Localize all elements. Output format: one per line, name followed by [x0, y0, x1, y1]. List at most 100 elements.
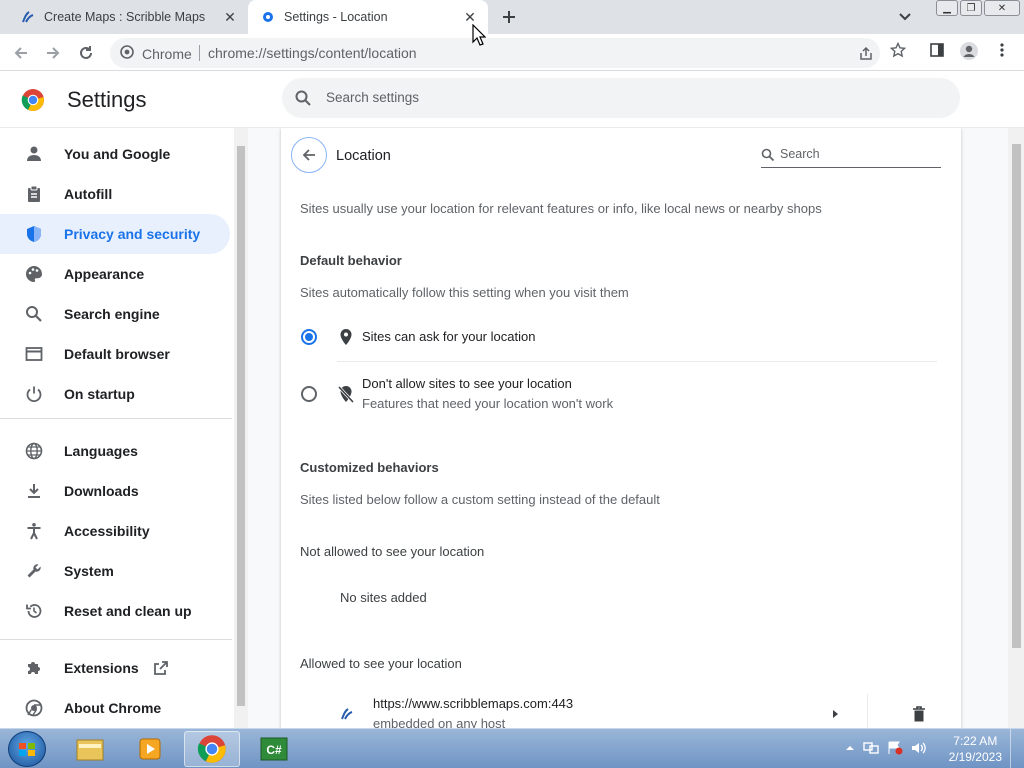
sidebar-item-default-browser[interactable]: Default browser	[0, 334, 230, 374]
sidebar-item-accessibility[interactable]: Accessibility	[0, 511, 230, 551]
csharp-icon: C#	[260, 737, 288, 761]
sidebar-item-label: Accessibility	[64, 523, 150, 539]
location-settings-card: Location Search Sites usually use your l…	[281, 128, 961, 728]
scribble-maps-icon	[20, 9, 36, 25]
share-icon[interactable]	[856, 44, 876, 64]
chevron-right-icon[interactable]	[827, 705, 843, 723]
restore-button[interactable]: ❐	[960, 0, 982, 16]
windows-logo-icon	[19, 743, 35, 756]
show-hidden-icons-icon[interactable]	[845, 741, 855, 760]
site-info[interactable]: Chrome	[120, 45, 192, 62]
url-text[interactable]: chrome://settings/content/location	[208, 45, 417, 61]
address-bar[interactable]: Chrome chrome://settings/content/locatio…	[110, 38, 880, 68]
sidebar-item-label: Reset and clean up	[64, 603, 192, 619]
show-desktop-button[interactable]	[1010, 729, 1024, 768]
download-icon	[24, 481, 44, 501]
sidebar-item-label: Appearance	[64, 266, 145, 282]
sidebar-item-label: You and Google	[64, 146, 171, 162]
bookmark-star-icon[interactable]	[888, 40, 908, 60]
sidebar-item-on-startup[interactable]: On startup	[0, 374, 230, 414]
wrench-icon	[24, 561, 44, 581]
window-close-button[interactable]: ✕	[984, 0, 1020, 16]
scrollbar-thumb[interactable]	[1012, 144, 1021, 648]
option-divider	[337, 361, 937, 362]
settings-search-input[interactable]: Search settings	[282, 78, 960, 118]
radio-allow-ask[interactable]	[301, 329, 317, 345]
sidebar-item-about-chrome[interactable]: About Chrome	[0, 688, 230, 728]
sidebar-item-privacy-and-security[interactable]: Privacy and security	[0, 214, 230, 254]
subpage-title: Location	[336, 148, 391, 164]
row-divider	[867, 694, 868, 728]
chrome-logo-icon	[21, 88, 45, 112]
gear-icon	[260, 9, 276, 25]
site-embedded-note: embedded on any host	[373, 716, 506, 728]
customized-behaviors-heading: Customized behaviors	[300, 460, 439, 475]
sidebar-item-search-engine[interactable]: Search engine	[0, 294, 230, 334]
person-icon	[24, 144, 44, 164]
sidebar-item-system[interactable]: System	[0, 551, 230, 591]
chrome-taskbar-button[interactable]	[184, 731, 240, 767]
taskbar-clock[interactable]: 7:22 AM 2/19/2023	[949, 733, 1002, 765]
clock-time: 7:22 AM	[953, 734, 998, 748]
sidebar-item-reset-and-clean-up[interactable]: Reset and clean up	[0, 591, 230, 631]
close-tab-icon[interactable]: ✕	[220, 7, 240, 27]
sidebar-item-appearance[interactable]: Appearance	[0, 254, 230, 294]
scrollbar-thumb[interactable]	[237, 146, 245, 706]
network-icon[interactable]	[863, 741, 879, 760]
media-player-taskbar-button[interactable]	[122, 731, 178, 767]
back-button[interactable]	[291, 137, 327, 173]
customized-behaviors-subtitle: Sites listed below follow a custom setti…	[300, 492, 660, 507]
browser-toolbar: Chrome chrome://settings/content/locatio…	[0, 34, 1024, 71]
tab-settings-location[interactable]: Settings - Location ✕	[248, 0, 488, 34]
location-pin-icon	[338, 328, 354, 346]
volume-icon[interactable]	[911, 741, 927, 760]
sidebar-item-autofill[interactable]: Autofill	[0, 174, 230, 214]
csharp-taskbar-button[interactable]: C#	[246, 731, 302, 767]
site-search-input[interactable]: Search	[761, 146, 941, 168]
sidebar-item-label: Extensions	[64, 660, 139, 676]
sidebar-item-extensions[interactable]: Extensions	[0, 648, 230, 688]
sidebar-item-label: Downloads	[64, 483, 139, 499]
side-panel-icon[interactable]	[927, 40, 947, 60]
search-placeholder: Search settings	[326, 90, 420, 105]
sidebar-divider	[0, 418, 232, 419]
sidebar-scrollbar[interactable]	[234, 128, 248, 728]
sidebar-item-label: Default browser	[64, 346, 170, 362]
windows-taskbar: C# 7:22 AM 2/19/2023	[0, 728, 1024, 768]
tab-search-icon[interactable]	[895, 8, 915, 26]
sidebar-item-you-and-google[interactable]: You and Google	[0, 134, 230, 174]
chrome-logo-icon	[197, 735, 226, 763]
system-tray	[845, 741, 927, 760]
profile-avatar[interactable]	[959, 41, 979, 61]
globe-icon	[24, 441, 44, 461]
power-icon	[24, 384, 44, 404]
forward-arrow-icon[interactable]	[40, 40, 66, 66]
sidebar-item-label: System	[64, 563, 114, 579]
accessibility-icon	[24, 521, 44, 541]
page-title: Settings	[67, 87, 147, 112]
option-allow-label[interactable]: Sites can ask for your location	[362, 329, 535, 344]
omnibox-separator	[199, 45, 200, 61]
content-scrollbar[interactable]	[1008, 128, 1024, 728]
radio-block[interactable]	[301, 386, 317, 402]
trash-icon[interactable]	[911, 705, 927, 723]
sidebar-item-languages[interactable]: Languages	[0, 431, 230, 471]
action-center-icon[interactable]	[887, 741, 903, 760]
back-arrow-icon[interactable]	[8, 40, 34, 66]
puzzle-icon	[24, 658, 44, 678]
new-tab-button[interactable]	[498, 7, 520, 27]
minimize-button[interactable]: ▁	[936, 0, 958, 16]
media-player-icon	[139, 738, 161, 760]
search-icon	[761, 148, 775, 167]
option-block-label[interactable]: Don't allow sites to see your location	[362, 376, 572, 391]
sidebar-item-label: Autofill	[64, 186, 113, 202]
start-button[interactable]	[8, 731, 46, 767]
reload-icon[interactable]	[73, 40, 99, 66]
scribble-maps-icon	[339, 705, 355, 723]
settings-content: Location Search Sites usually use your l…	[248, 128, 1008, 728]
more-menu-icon[interactable]	[992, 40, 1012, 60]
chrome-icon	[24, 698, 44, 718]
tab-scribble-maps[interactable]: Create Maps : Scribble Maps ✕	[8, 0, 248, 34]
file-explorer-taskbar-button[interactable]	[62, 731, 118, 767]
sidebar-item-downloads[interactable]: Downloads	[0, 471, 230, 511]
